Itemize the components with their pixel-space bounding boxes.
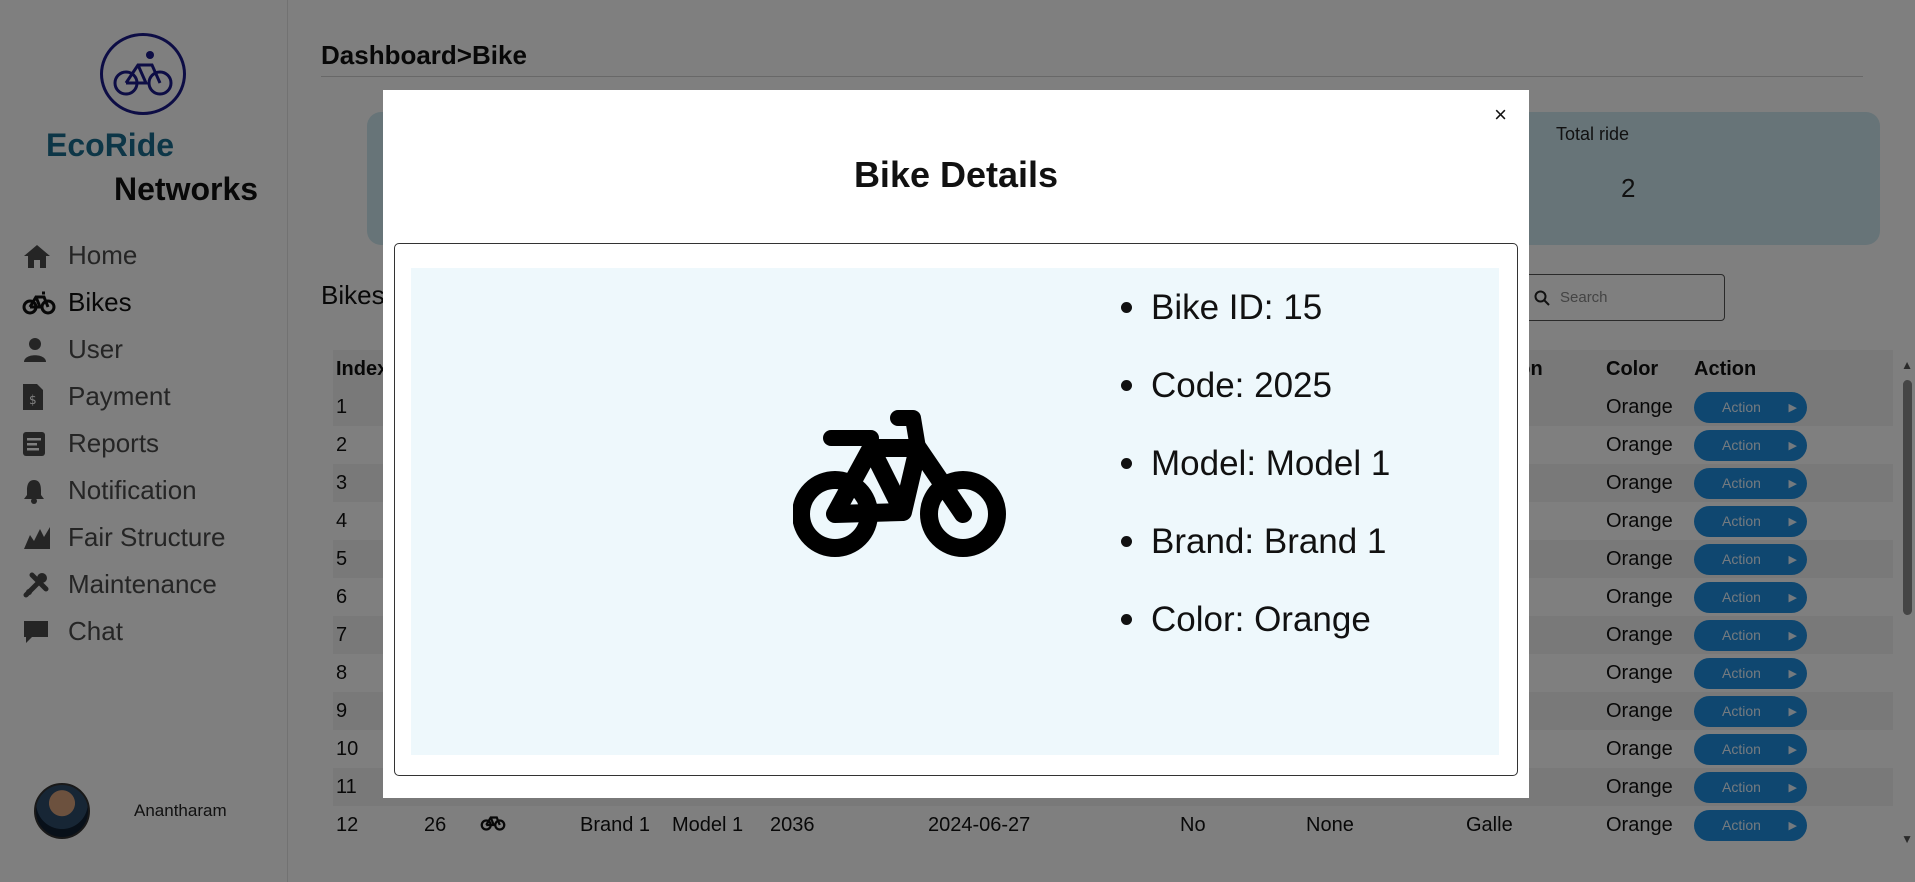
detail-model: Model: Model 1 <box>1121 442 1390 520</box>
detail-code: Code: 2025 <box>1121 364 1390 442</box>
bike-detail-list: Bike ID: 15 Code: 2025 Model: Model 1 Br… <box>1121 286 1390 676</box>
details-panel: Bike ID: 15 Code: 2025 Model: Model 1 Br… <box>411 268 1499 755</box>
detail-color: Color: Orange <box>1121 598 1390 676</box>
bike-icon <box>792 408 1007 563</box>
details-card: Bike ID: 15 Code: 2025 Model: Model 1 Br… <box>394 243 1518 776</box>
detail-bike-id: Bike ID: 15 <box>1121 286 1390 364</box>
close-button[interactable]: × <box>1494 102 1507 128</box>
detail-brand: Brand: Brand 1 <box>1121 520 1390 598</box>
modal-title: Bike Details <box>853 154 1059 195</box>
bike-details-modal: × Bike Details Bike ID: 15 Code: 2025 Mo… <box>383 90 1529 798</box>
